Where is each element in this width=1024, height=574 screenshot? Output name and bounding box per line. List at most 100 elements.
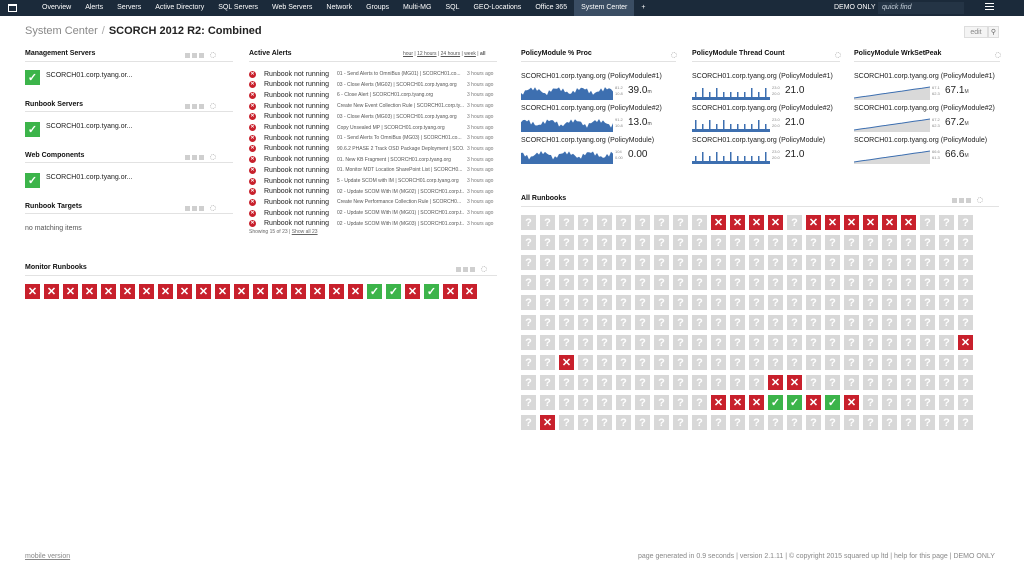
status-unknown-icon[interactable]: ? [711,335,726,350]
status-unknown-icon[interactable]: ? [711,355,726,370]
status-unknown-icon[interactable]: ? [939,415,954,430]
status-unknown-icon[interactable]: ? [692,275,707,290]
status-unknown-icon[interactable]: ? [825,355,840,370]
status-unknown-icon[interactable]: ? [863,395,878,410]
link-icon[interactable]: ⚲ [988,26,999,38]
status-unknown-icon[interactable]: ? [768,355,783,370]
status-unknown-icon[interactable]: ? [939,295,954,310]
status-unknown-icon[interactable]: ? [787,335,802,350]
status-unknown-icon[interactable]: ? [673,395,688,410]
status-critical-icon[interactable]: ✕ [806,215,821,230]
alert-row[interactable]: ✕ Runbook not running 90.6.2 PHASE 2 Track… [249,144,493,154]
status-unknown-icon[interactable]: ? [863,315,878,330]
status-unknown-icon[interactable]: ? [521,335,536,350]
status-critical-icon[interactable]: ✕ [291,284,306,299]
status-unknown-icon[interactable]: ? [939,275,954,290]
status-unknown-icon[interactable]: ? [597,235,612,250]
status-unknown-icon[interactable]: ? [844,315,859,330]
nav-item[interactable]: SQL [438,0,466,16]
status-ok-icon[interactable]: ✓ [386,284,401,299]
status-unknown-icon[interactable]: ? [749,235,764,250]
status-unknown-icon[interactable]: ? [635,395,650,410]
status-unknown-icon[interactable]: ? [825,255,840,270]
status-unknown-icon[interactable]: ? [635,415,650,430]
show-all-link[interactable]: Show all 23 [292,229,318,235]
alert-row[interactable]: ✕ Runbook not running 02 - Update SCOM Wit… [249,219,493,229]
status-unknown-icon[interactable]: ? [939,315,954,330]
status-critical-icon[interactable]: ✕ [272,284,287,299]
status-critical-icon[interactable]: ✕ [329,284,344,299]
perf-instance-name[interactable]: SCORCH01.corp.tyang.org (PolicyModule#1) [521,73,662,80]
status-unknown-icon[interactable]: ? [635,275,650,290]
status-unknown-icon[interactable]: ? [806,315,821,330]
status-unknown-icon[interactable]: ? [844,235,859,250]
status-unknown-icon[interactable]: ? [578,395,593,410]
status-unknown-icon[interactable]: ? [882,375,897,390]
status-unknown-icon[interactable]: ? [920,275,935,290]
status-unknown-icon[interactable]: ? [825,415,840,430]
status-critical-icon[interactable]: ✕ [901,215,916,230]
status-unknown-icon[interactable]: ? [863,235,878,250]
status-critical-icon[interactable]: ✕ [825,215,840,230]
mgmt-server-item[interactable]: SCORCH01.corp.tyang.or... [46,72,132,79]
nav-item[interactable]: Network [319,0,359,16]
status-unknown-icon[interactable]: ? [559,315,574,330]
status-unknown-icon[interactable]: ? [521,355,536,370]
status-unknown-icon[interactable]: ? [749,355,764,370]
status-unknown-icon[interactable]: ? [730,315,745,330]
status-unknown-icon[interactable]: ? [654,215,669,230]
status-unknown-icon[interactable]: ? [673,235,688,250]
status-unknown-icon[interactable]: ? [863,295,878,310]
status-critical-icon[interactable]: ✕ [120,284,135,299]
status-unknown-icon[interactable]: ? [635,295,650,310]
status-critical-icon[interactable]: ✕ [844,395,859,410]
alert-row[interactable]: ✕ Runbook not running Copy Unsealed MP | S… [249,123,493,133]
status-unknown-icon[interactable]: ? [521,275,536,290]
status-critical-icon[interactable]: ✕ [806,395,821,410]
status-unknown-icon[interactable]: ? [597,215,612,230]
status-unknown-icon[interactable]: ? [787,415,802,430]
status-unknown-icon[interactable]: ? [673,255,688,270]
status-unknown-icon[interactable]: ? [578,215,593,230]
status-unknown-icon[interactable]: ? [863,275,878,290]
status-unknown-icon[interactable]: ? [654,395,669,410]
status-unknown-icon[interactable]: ? [939,335,954,350]
nav-item[interactable]: SQL Servers [211,0,265,16]
alert-row[interactable]: ✕ Runbook not running 01 - Send Alerts To … [249,133,493,143]
status-unknown-icon[interactable]: ? [863,415,878,430]
status-unknown-icon[interactable]: ? [559,275,574,290]
perf-instance-name[interactable]: SCORCH01.corp.tyang.org (PolicyModule#1) [692,73,833,80]
widget-tools[interactable] [185,154,216,160]
status-unknown-icon[interactable]: ? [730,235,745,250]
status-unknown-icon[interactable]: ? [616,395,631,410]
status-unknown-icon[interactable]: ? [787,275,802,290]
status-unknown-icon[interactable]: ? [616,255,631,270]
status-unknown-icon[interactable]: ? [882,315,897,330]
status-unknown-icon[interactable]: ? [939,215,954,230]
status-critical-icon[interactable]: ✕ [730,395,745,410]
status-unknown-icon[interactable]: ? [654,335,669,350]
status-unknown-icon[interactable]: ? [559,335,574,350]
status-unknown-icon[interactable]: ? [882,275,897,290]
perf-instance-name[interactable]: SCORCH01.corp.tyang.org (PolicyModule) [521,137,654,144]
status-unknown-icon[interactable]: ? [578,295,593,310]
status-unknown-icon[interactable]: ? [673,335,688,350]
nav-item[interactable]: Alerts [78,0,110,16]
widget-tools[interactable] [185,205,216,211]
status-unknown-icon[interactable]: ? [863,375,878,390]
status-unknown-icon[interactable]: ? [616,215,631,230]
status-critical-icon[interactable]: ✕ [310,284,325,299]
status-unknown-icon[interactable]: ? [559,235,574,250]
status-unknown-icon[interactable]: ? [730,335,745,350]
status-unknown-icon[interactable]: ? [597,375,612,390]
alert-row[interactable]: ✕ Runbook not running 6 - Close Alert | SC… [249,90,493,100]
status-unknown-icon[interactable]: ? [711,255,726,270]
status-unknown-icon[interactable]: ? [825,375,840,390]
status-unknown-icon[interactable]: ? [654,315,669,330]
status-unknown-icon[interactable]: ? [920,355,935,370]
status-critical-icon[interactable]: ✕ [139,284,154,299]
status-unknown-icon[interactable]: ? [844,415,859,430]
status-unknown-icon[interactable]: ? [920,235,935,250]
status-unknown-icon[interactable]: ? [711,235,726,250]
status-unknown-icon[interactable]: ? [901,315,916,330]
